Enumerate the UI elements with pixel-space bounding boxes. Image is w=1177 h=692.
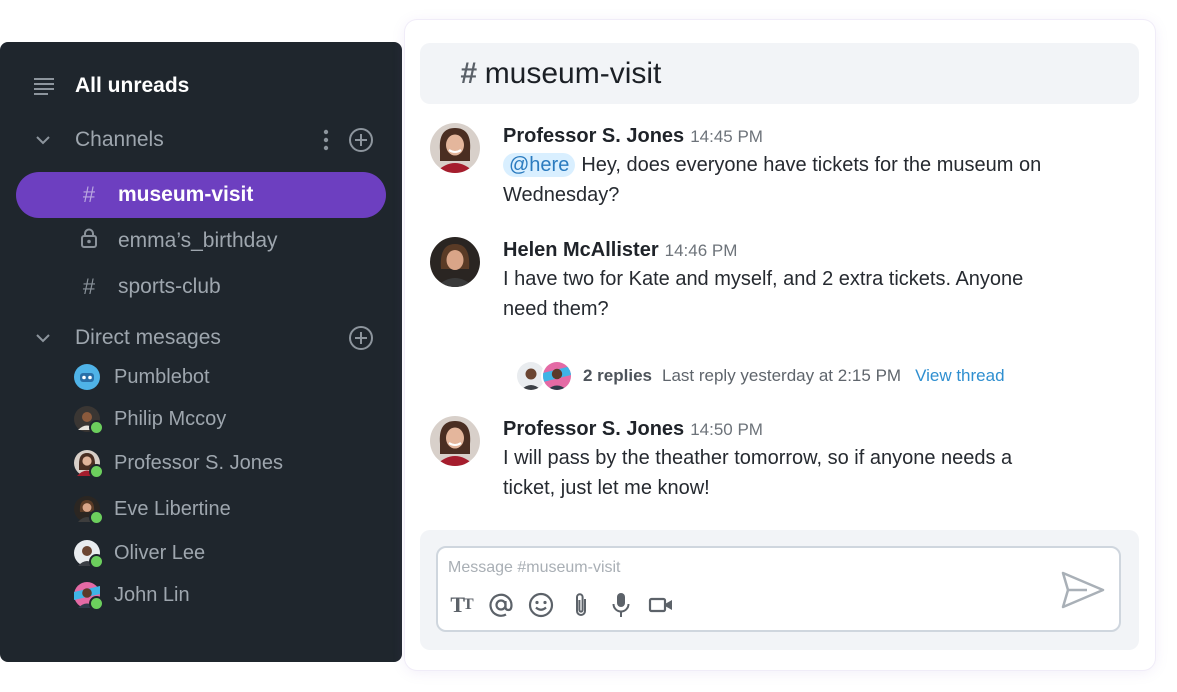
channel-label: museum-visit (118, 183, 254, 206)
message-composer: TT (436, 546, 1121, 632)
avatar[interactable] (430, 237, 480, 287)
avatar (74, 496, 104, 525)
message-body: Helen McAllister 14:46 PM I have two for… (503, 239, 1063, 324)
message-text: @here Hey, does everyone have tickets for… (503, 150, 1063, 210)
online-indicator (89, 510, 104, 525)
dm-label: John Lin (114, 583, 190, 606)
add-channel-icon[interactable] (348, 127, 374, 153)
chevron-down-icon[interactable] (33, 130, 53, 150)
avatar (74, 450, 104, 479)
message-content: I will pass by the theather tomorrow, so… (503, 447, 1013, 499)
channel-emmas-birthday[interactable]: emma’s_birthday (16, 218, 386, 264)
mention-icon[interactable] (488, 592, 514, 618)
thread-reply-count[interactable]: 2 replies (583, 366, 652, 386)
channel-label: emma’s_birthday (118, 229, 278, 252)
avatar[interactable] (430, 123, 480, 173)
hash-icon: # (460, 56, 477, 90)
dm-label: Philip Mccoy (114, 407, 227, 430)
chevron-down-icon[interactable] (33, 328, 53, 348)
avatar (74, 540, 104, 569)
send-icon[interactable] (1061, 570, 1105, 610)
message-body: Professor S. Jones 14:45 PM @here Hey, do… (503, 125, 1063, 210)
message-body: Professor S. Jones 14:50 PM I will pass … (503, 418, 1063, 503)
video-camera-icon[interactable] (648, 592, 674, 618)
online-indicator (89, 554, 104, 569)
hash-icon: # (82, 274, 96, 299)
message-author[interactable]: Professor S. Jones (503, 418, 684, 441)
avatar[interactable] (430, 416, 480, 466)
channel-sports-club[interactable]: # sports-club (16, 264, 386, 310)
thread-last-reply: Last reply yesterday at 2:15 PM (662, 366, 902, 385)
mention-tag[interactable]: @here (503, 153, 576, 177)
channel-title: museum-visit (484, 56, 662, 90)
lock-icon (78, 228, 100, 254)
dm-item-eve-libertine[interactable]: Eve Libertine (74, 492, 386, 526)
avatar (74, 582, 104, 611)
dm-label: Eve Libertine (114, 497, 231, 520)
sidebar: All unreads Channels # museum-visit emma… (0, 42, 402, 662)
attachment-icon[interactable] (568, 592, 594, 618)
channel-museum-visit[interactable]: # museum-visit (16, 172, 386, 218)
dm-item-john-lin[interactable]: John Lin (74, 578, 386, 612)
message-content: Hey, does everyone have tickets for the … (503, 154, 1042, 206)
avatar (541, 360, 573, 392)
channels-label: Channels (75, 128, 164, 151)
microphone-icon[interactable] (608, 592, 634, 618)
composer-toolbar: TT (448, 592, 674, 618)
message-time: 14:50 PM (690, 420, 763, 439)
online-indicator (89, 464, 104, 479)
dm-item-philip-mccoy[interactable]: Philip Mccoy (74, 402, 386, 436)
all-unreads-item[interactable]: All unreads (33, 70, 402, 102)
more-vertical-icon[interactable] (322, 129, 330, 151)
bot-avatar (74, 364, 100, 390)
online-indicator (89, 420, 104, 435)
direct-messages-label: Direct mesages (75, 326, 221, 349)
message-time: 14:45 PM (690, 127, 763, 146)
channels-section-header[interactable]: Channels (33, 124, 374, 156)
message-meta: Professor S. Jones 14:45 PM (503, 125, 1063, 148)
message-author[interactable]: Professor S. Jones (503, 125, 684, 148)
thread-summary[interactable]: 2 replies Last reply yesterday at 2:15 P… (515, 360, 1005, 392)
composer-area: TT (420, 530, 1139, 650)
dm-label: Pumblebot (114, 365, 210, 388)
message-time: 14:46 PM (664, 241, 738, 260)
dm-label: Professor S. Jones (114, 451, 283, 474)
channel-header: # museum-visit (420, 43, 1139, 104)
text-format-icon[interactable]: TT (448, 592, 474, 618)
dm-item-pumblebot[interactable]: Pumblebot (74, 360, 386, 394)
message-content: I have two for Kate and myself, and 2 ex… (503, 268, 1024, 320)
emoji-icon[interactable] (528, 592, 554, 618)
message-input[interactable] (446, 554, 1010, 582)
view-thread-link[interactable]: View thread (915, 366, 1004, 386)
channel-label: sports-club (118, 275, 221, 298)
message-meta: Helen McAllister 14:46 PM (503, 239, 1063, 262)
online-indicator (89, 596, 104, 611)
hash-icon: # (82, 182, 96, 207)
add-dm-icon[interactable] (348, 325, 374, 351)
dm-label: Oliver Lee (114, 541, 206, 564)
thread-avatars (515, 360, 573, 392)
dm-item-professor-s-jones[interactable]: Professor S. Jones (74, 446, 386, 480)
list-icon (34, 78, 54, 95)
dm-item-oliver-lee[interactable]: Oliver Lee (74, 536, 386, 570)
direct-messages-section-header[interactable]: Direct mesages (33, 322, 374, 354)
message-meta: Professor S. Jones 14:50 PM (503, 418, 1063, 441)
all-unreads-label: All unreads (75, 74, 190, 97)
avatar (74, 406, 104, 435)
message-author[interactable]: Helen McAllister (503, 239, 659, 262)
chat-panel: # museum-visit Professor S. Jones 14:45 … (405, 20, 1155, 670)
